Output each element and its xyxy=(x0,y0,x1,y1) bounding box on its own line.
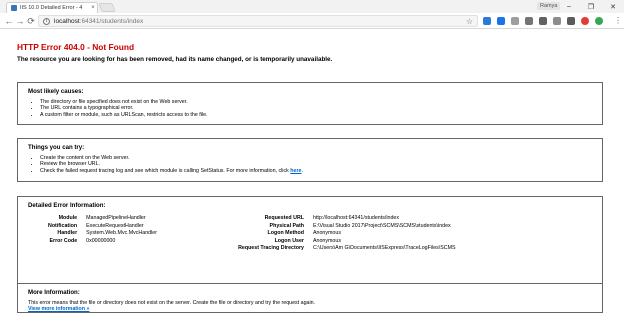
causes-panel: Most likely causes: The directory or fil… xyxy=(17,82,603,125)
detail-value: ExecuteRequestHandler xyxy=(86,222,144,229)
reload-button[interactable]: ⟳ xyxy=(25,15,37,27)
detail-label: Module xyxy=(58,215,78,221)
extension-camera-icon[interactable] xyxy=(553,17,561,25)
try-last-end: . xyxy=(301,167,303,174)
details-heading: Detailed Error Information: xyxy=(28,202,106,209)
error-title: HTTP Error 404.0 - Not Found xyxy=(17,42,135,52)
address-bar[interactable]: i localhost:64341/students/index ☆ xyxy=(38,15,478,27)
profile-button[interactable]: Ramya xyxy=(537,2,561,10)
url-path: :64341/students/index xyxy=(79,17,144,25)
table-row: Logon Method Anonymous xyxy=(238,230,456,238)
detail-label: Handler xyxy=(57,230,78,236)
details-left-table: Module ManagedPipelineHandler Notificatio… xyxy=(48,215,157,245)
maximize-button[interactable]: ❐ xyxy=(580,0,602,13)
things-to-try-panel: Things you can try: Create the content o… xyxy=(17,138,603,182)
bookmark-star-icon[interactable]: ☆ xyxy=(466,16,473,27)
view-more-link[interactable]: View more information » xyxy=(28,306,592,312)
extension-puzzle-icon[interactable] xyxy=(511,17,519,25)
detail-label: Physical Path xyxy=(269,222,304,229)
try-heading: Things you can try: xyxy=(28,144,85,151)
table-row: Requested URL http://localhost:64341/stud… xyxy=(238,215,456,223)
detail-value: Anonymous xyxy=(313,237,341,244)
table-row: Logon User Anonymous xyxy=(238,238,456,246)
detail-label: Logon User xyxy=(274,237,304,244)
detail-label: Error Code xyxy=(49,237,78,244)
table-row: Physical Path E:\Visual Studio 2017\Proje… xyxy=(238,223,456,231)
browser-tab[interactable]: IIS 10.0 Detailed Error - 4 × xyxy=(6,2,98,13)
table-row: Notification ExecuteRequestHandler xyxy=(48,223,157,231)
new-tab-button[interactable] xyxy=(98,3,116,12)
extension-wave-icon[interactable] xyxy=(483,17,491,25)
detail-value: Anonymous xyxy=(313,230,341,236)
list-item: Check the failed request tracing log and… xyxy=(40,168,592,174)
extension-translate-icon[interactable] xyxy=(497,17,505,25)
url-host: localhost xyxy=(54,17,80,25)
table-row: Handler System.Web.Mvc.MvcHandler xyxy=(48,230,157,238)
try-last-text: Check the failed request tracing log and… xyxy=(40,167,291,174)
detail-value: ManagedPipelineHandler xyxy=(86,215,146,221)
causes-heading: Most likely causes: xyxy=(28,88,84,95)
extension-grammarly-icon[interactable] xyxy=(595,17,603,25)
detail-label: Requested URL xyxy=(264,215,304,221)
detail-value: C:\Users\Am G\Documents\IISExpress\Trace… xyxy=(313,245,456,251)
error-subtitle: The resource you are looking for has bee… xyxy=(17,56,333,63)
more-heading: More Information: xyxy=(28,289,80,296)
extension-record-icon[interactable] xyxy=(581,17,589,25)
extension-box-icon[interactable] xyxy=(567,17,575,25)
detail-label: Logon Method xyxy=(267,230,304,236)
table-row: Request Tracing Directory C:\Users\Am G\D… xyxy=(238,245,456,253)
info-icon[interactable]: i xyxy=(43,17,50,25)
tab-title: IIS 10.0 Detailed Error - 4 xyxy=(20,5,83,11)
detail-label: Notification xyxy=(48,222,78,229)
detail-value: E:\Visual Studio 2017\Project\SCMS\SCMS\… xyxy=(313,222,451,229)
extension-grid-icon[interactable] xyxy=(525,17,533,25)
browser-menu-icon[interactable]: ⋮ xyxy=(614,16,622,25)
table-row: Error Code 0x00000000 xyxy=(48,238,157,246)
title-bar: IIS 10.0 Detailed Error - 4 × Ramya – ❐ … xyxy=(0,0,624,13)
extension-window-icon[interactable] xyxy=(539,17,547,25)
iis-favicon-icon xyxy=(11,5,17,11)
more-info-panel: More Information: This error means that … xyxy=(17,283,603,313)
detail-value: 0x00000000 xyxy=(86,237,116,244)
detail-value: http://localhost:64341/students/index xyxy=(313,215,399,221)
details-right-table: Requested URL http://localhost:64341/stud… xyxy=(238,215,456,253)
here-link[interactable]: here xyxy=(290,168,301,174)
minimize-button[interactable]: – xyxy=(558,0,580,13)
close-window-button[interactable]: ✕ xyxy=(602,0,624,13)
table-row: Module ManagedPipelineHandler xyxy=(48,215,157,223)
list-item: A custom filter or module, such as URLSc… xyxy=(40,112,592,118)
browser-toolbar: ← → ⟳ i localhost:64341/students/index ☆… xyxy=(0,13,624,29)
detail-value: System.Web.Mvc.MvcHandler xyxy=(86,230,157,236)
error-page: HTTP Error 404.0 - Not Found The resourc… xyxy=(0,30,624,333)
tab-close-icon[interactable]: × xyxy=(89,5,97,11)
causes-list: The directory or file specified does not… xyxy=(40,99,592,118)
detail-label: Request Tracing Directory xyxy=(238,245,304,251)
try-list: Create the content on the Web server. Re… xyxy=(40,155,592,174)
